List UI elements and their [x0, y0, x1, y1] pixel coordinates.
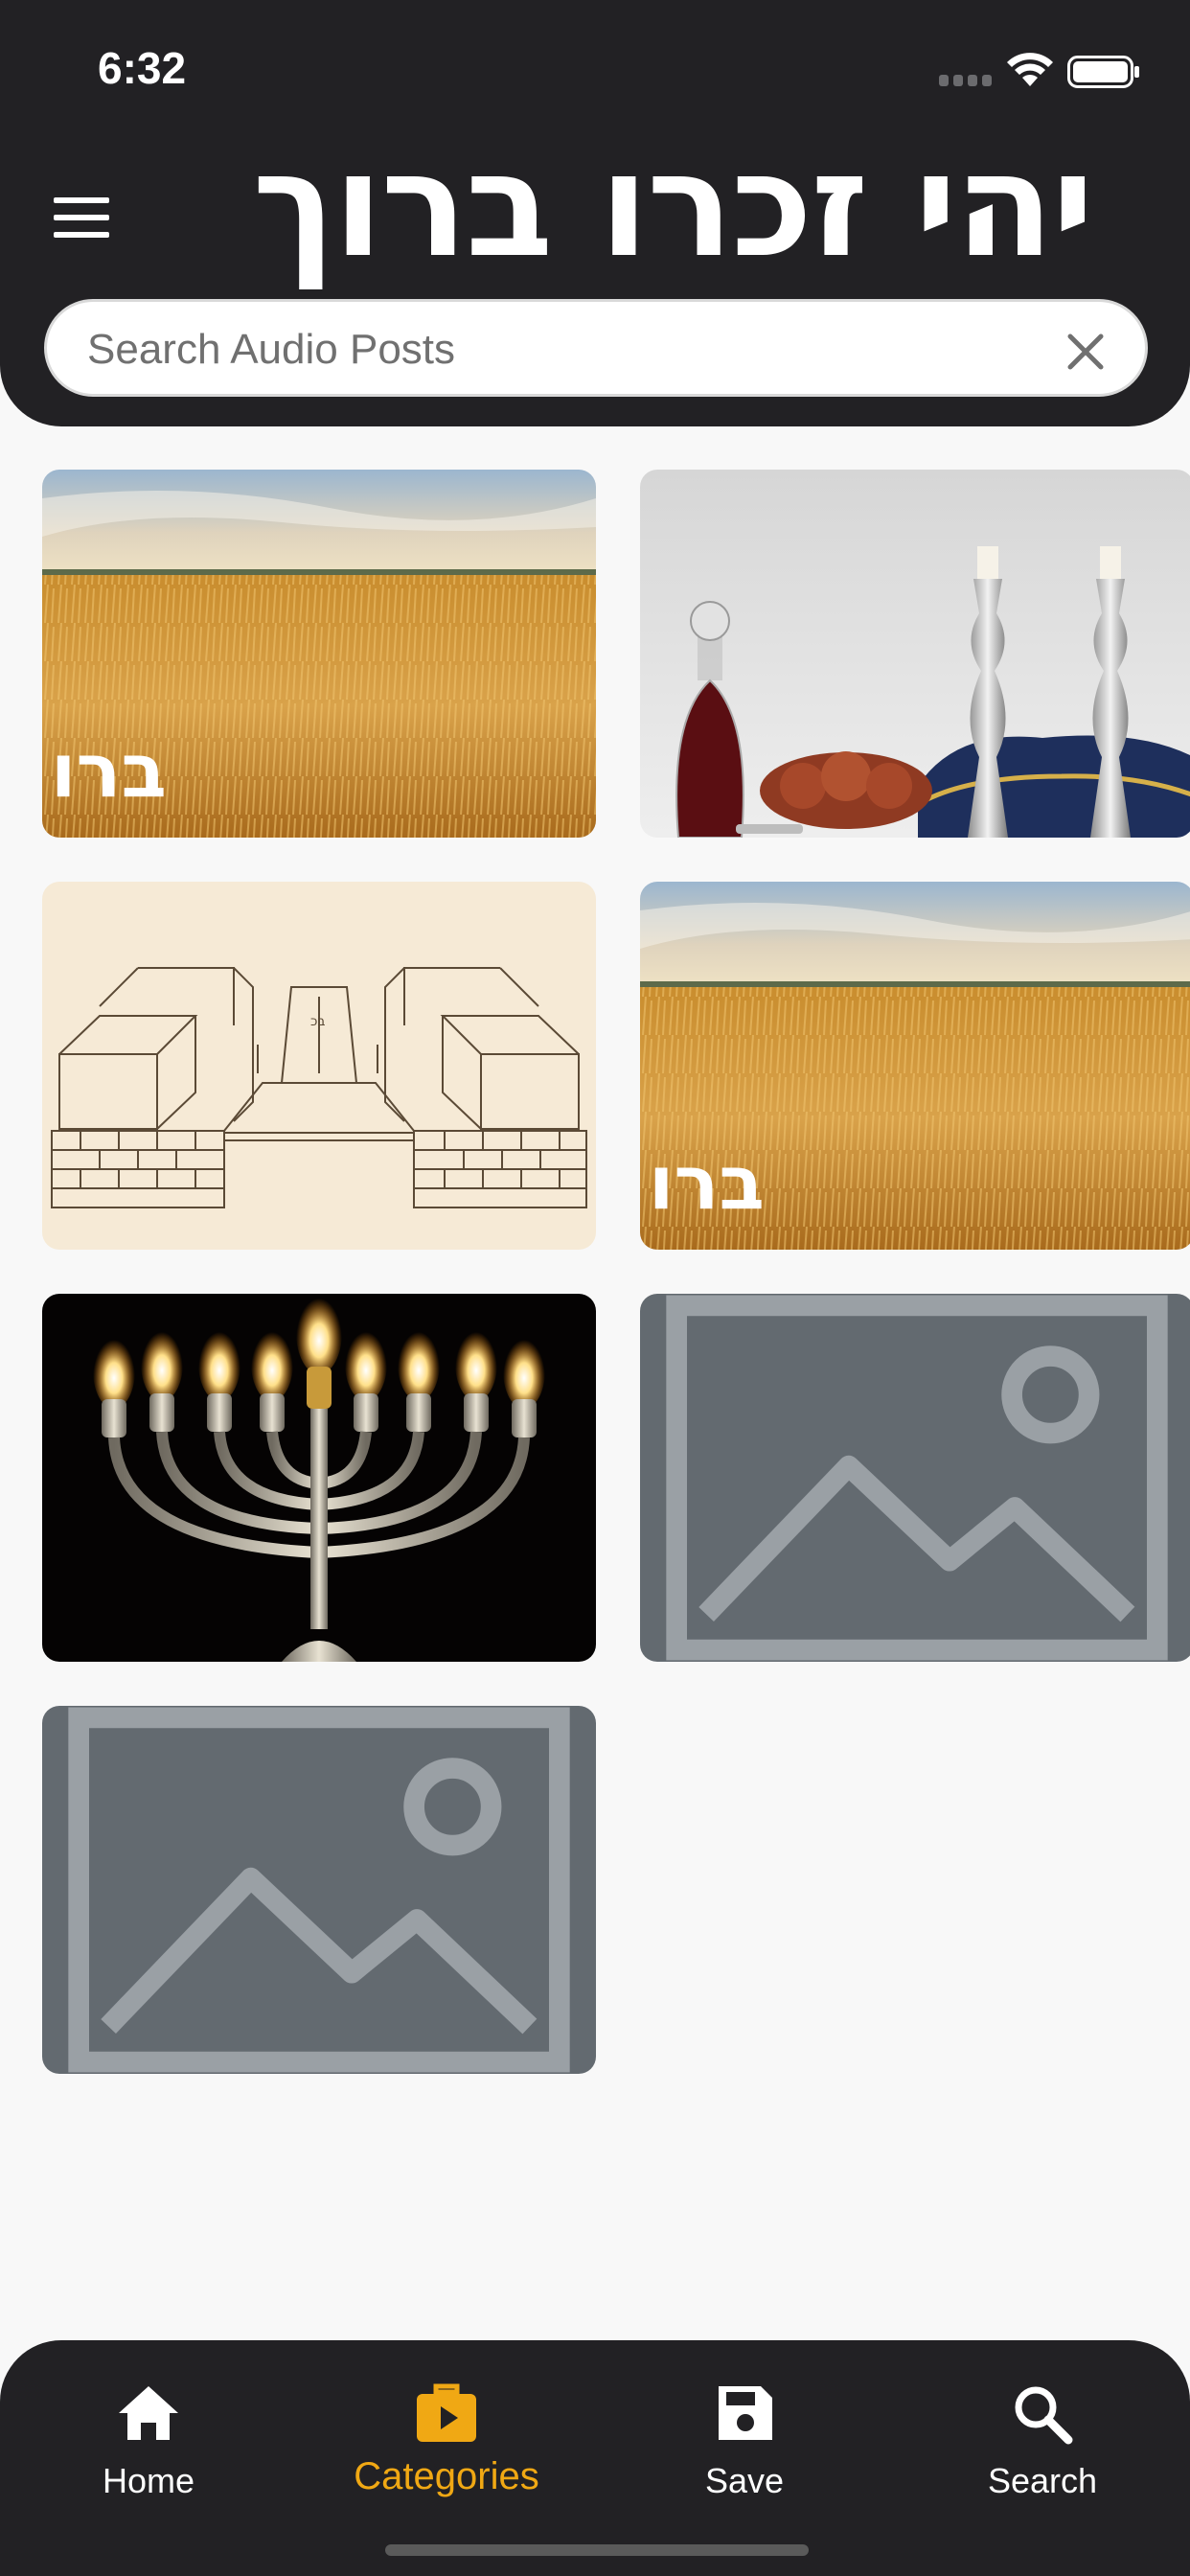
category-card[interactable]: בכ	[42, 882, 596, 1250]
svg-text:בכ: בכ	[310, 1014, 326, 1029]
card-overlay-text: ברו	[50, 728, 167, 815]
image-placeholder-icon	[666, 1295, 1168, 1661]
bottom-navigation: Home Categories Save Search	[0, 2340, 1190, 2576]
home-indicator[interactable]	[385, 2544, 809, 2556]
category-grid: ברו בכ ברו	[42, 470, 1190, 2074]
battery-icon	[1067, 56, 1139, 88]
category-card[interactable]	[42, 1294, 596, 1662]
image-placeholder-icon	[68, 1707, 570, 2073]
search-input[interactable]	[87, 319, 1026, 380]
card-overlay-text: ברו	[648, 1140, 765, 1227]
category-card[interactable]: ברו	[640, 882, 1190, 1250]
nav-item-categories[interactable]: Categories	[327, 2367, 566, 2511]
app-title: יהי זכרו ברוך	[252, 123, 1094, 289]
category-card[interactable]	[42, 1706, 596, 2074]
hamburger-menu-icon[interactable]	[48, 192, 115, 243]
nav-label-search: Search	[987, 2461, 1098, 2500]
search-icon	[1015, 2386, 1073, 2445]
category-card[interactable]	[640, 470, 1190, 838]
signal-icon	[939, 75, 993, 86]
wifi-icon	[1007, 53, 1053, 86]
save-icon	[719, 2386, 772, 2440]
sketch-drawing-image: בכ	[42, 882, 596, 1250]
app-header: 6:32 יהי זכרו ברוך	[0, 0, 1190, 426]
category-card[interactable]	[640, 1294, 1190, 1662]
categories-icon	[417, 2383, 476, 2442]
shabbat-table-image	[640, 470, 1190, 838]
category-card[interactable]: ברו	[42, 470, 596, 838]
nav-label-save: Save	[704, 2461, 785, 2500]
home-icon	[119, 2386, 178, 2440]
menorah-image	[42, 1294, 596, 1662]
close-icon[interactable]	[1064, 331, 1107, 373]
app-screen: 6:32 יהי זכרו ברוך Search Audio Posts בר…	[0, 0, 1190, 2576]
nav-label-home: Home	[102, 2461, 195, 2500]
nav-item-home[interactable]: Home	[29, 2367, 268, 2511]
status-time: 6:32	[98, 43, 187, 93]
nav-label-categories: Categories	[354, 2455, 539, 2497]
nav-item-search[interactable]: Search	[923, 2367, 1162, 2511]
nav-item-save[interactable]: Save	[625, 2367, 864, 2511]
search-bar[interactable]	[44, 299, 1148, 397]
